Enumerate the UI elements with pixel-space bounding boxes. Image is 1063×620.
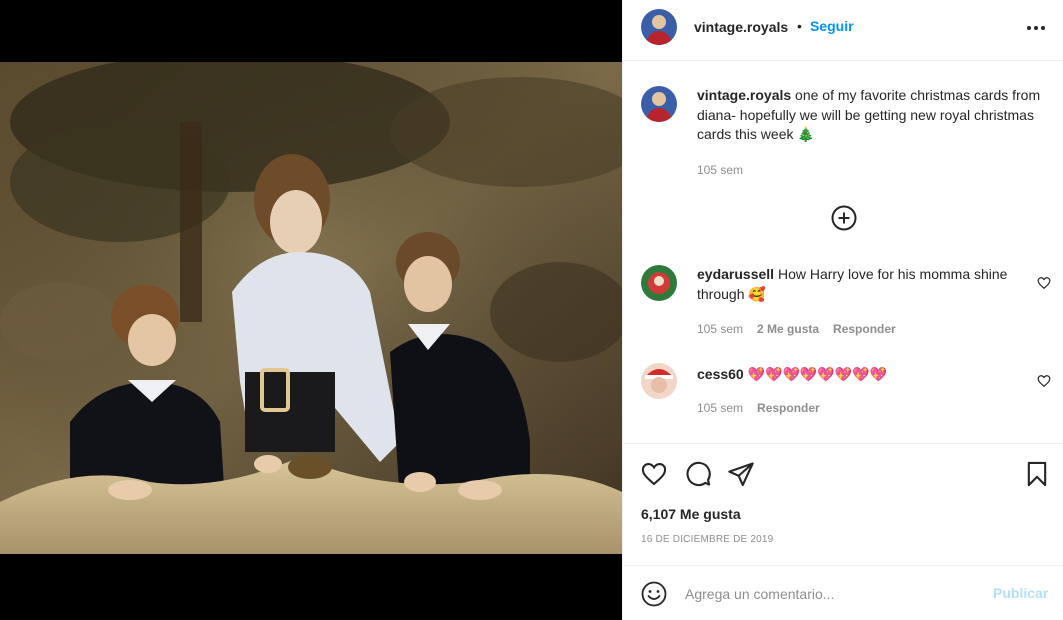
- comment-time[interactable]: 105 sem: [697, 401, 743, 415]
- comment-meta: 105 sem 2 Me gusta Responder: [697, 322, 896, 336]
- comment-avatar[interactable]: [641, 363, 677, 399]
- caption-time[interactable]: 105 sem: [697, 163, 743, 177]
- emoji-icon[interactable]: [641, 581, 667, 607]
- add-comment-bar: Publicar: [623, 565, 1063, 620]
- follow-button[interactable]: Seguir: [810, 18, 854, 34]
- caption-username[interactable]: vintage.royals: [697, 87, 791, 103]
- comment-meta: 105 sem Responder: [697, 401, 820, 415]
- comment-time[interactable]: 105 sem: [697, 322, 743, 336]
- bookmark-icon[interactable]: [1023, 460, 1051, 488]
- header-separator: •: [797, 18, 802, 34]
- comment-text: cess60 💖💖💖💖💖💖💖💖: [697, 365, 1017, 385]
- more-options-icon[interactable]: [1023, 16, 1049, 40]
- comment-input[interactable]: [685, 583, 985, 605]
- post-caption: vintage.royals one of my favorite christ…: [697, 86, 1047, 145]
- author-username[interactable]: vintage.royals: [694, 19, 788, 35]
- comment-heart-icon[interactable]: [1037, 374, 1051, 388]
- post-header: vintage.royals • Seguir: [623, 0, 1063, 61]
- comment-icon[interactable]: [684, 460, 712, 488]
- author-avatar[interactable]: [641, 9, 677, 45]
- post-actions: 6,107 Me gusta 16 de diciembre de 2019: [623, 443, 1063, 565]
- likes-count[interactable]: 6,107 Me gusta: [641, 506, 741, 522]
- comment-username[interactable]: cess60: [697, 366, 744, 382]
- comment-body: 💖💖💖💖💖💖💖💖: [747, 366, 888, 382]
- photo-illustration: [0, 62, 622, 554]
- comment-text: eydarussell How Harry love for his momma…: [697, 265, 1017, 304]
- share-icon[interactable]: [727, 460, 755, 488]
- post-date[interactable]: 16 de diciembre de 2019: [641, 534, 773, 545]
- post-details-panel: vintage.royals • Seguir vintage.royals o…: [622, 0, 1063, 620]
- comment-heart-icon[interactable]: [1037, 276, 1051, 290]
- post-media: [0, 0, 622, 620]
- caption-meta: 105 sem: [697, 163, 743, 177]
- comment-likes[interactable]: 2 Me gusta: [757, 322, 819, 336]
- post-photo[interactable]: [0, 62, 622, 554]
- caption-author-avatar[interactable]: [641, 86, 677, 122]
- publish-button[interactable]: Publicar: [993, 585, 1048, 601]
- reply-button[interactable]: Responder: [833, 322, 896, 336]
- heart-icon[interactable]: [640, 460, 668, 488]
- comment-avatar[interactable]: [641, 265, 677, 301]
- comment-username[interactable]: eydarussell: [697, 266, 774, 282]
- reply-button[interactable]: Responder: [757, 401, 820, 415]
- plus-circle-icon[interactable]: [831, 205, 857, 231]
